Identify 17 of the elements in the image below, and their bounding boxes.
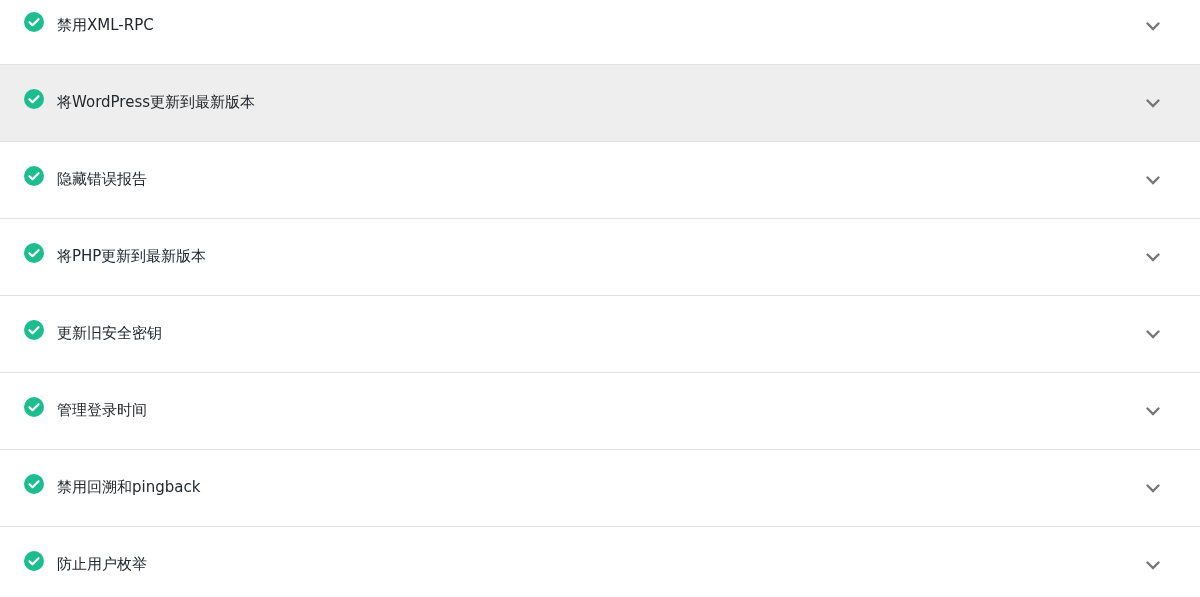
check-label: 将PHP更新到最新版本	[57, 246, 207, 267]
checklist-row[interactable]: 将WordPress更新到最新版本	[0, 65, 1200, 142]
check-label: 禁用回溯和pingback	[57, 477, 201, 498]
chevron-down-icon[interactable]	[1146, 99, 1160, 108]
chevron-down-icon[interactable]	[1146, 176, 1160, 185]
check-label: 隐藏错误报告	[57, 169, 147, 190]
check-label: 防止用户枚举	[57, 554, 147, 575]
chevron-down-icon[interactable]	[1146, 484, 1160, 493]
chevron-down-icon[interactable]	[1146, 22, 1160, 31]
chevron-down-icon[interactable]	[1146, 330, 1160, 339]
check-label: 更新旧安全密钥	[57, 323, 162, 344]
chevron-down-icon[interactable]	[1146, 561, 1160, 570]
check-label: 禁用XML-RPC	[57, 15, 154, 36]
check-label: 管理登录时间	[57, 400, 147, 421]
chevron-down-icon[interactable]	[1146, 407, 1160, 416]
check-label: 将WordPress更新到最新版本	[57, 92, 256, 113]
chevron-down-icon[interactable]	[1146, 253, 1160, 262]
